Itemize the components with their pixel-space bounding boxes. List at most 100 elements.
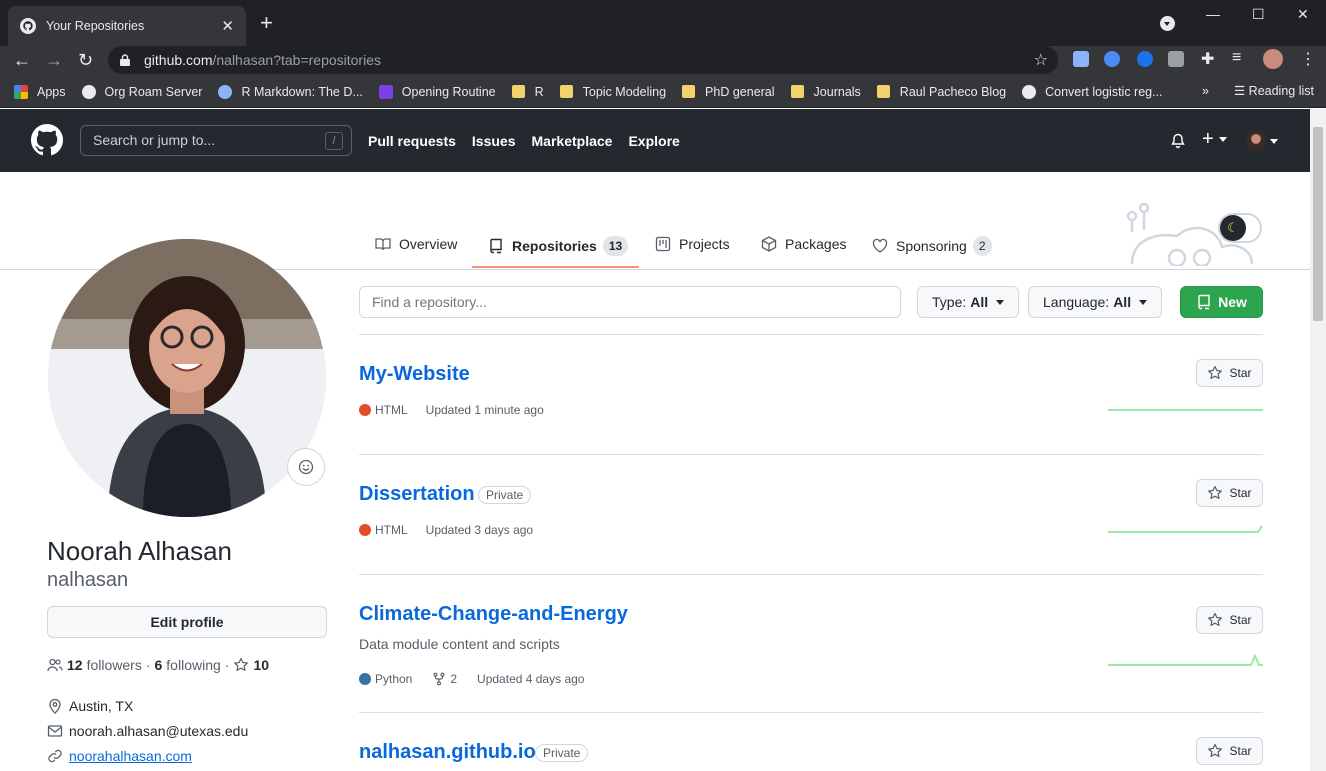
address-bar[interactable]: github.com/nalhasan?tab=repositories ☆ [108,46,1058,74]
chevron-down-icon [996,299,1005,305]
more-bookmarks-icon[interactable]: » [1202,84,1209,98]
type-filter-dropdown[interactable]: Type: All [917,286,1020,318]
scrollbar-thumb[interactable] [1313,127,1323,321]
website-link[interactable]: noorahalhasan.com [69,748,192,764]
bookmark-folder[interactable]: PhD general [682,85,775,99]
profile-avatar[interactable] [48,239,326,517]
bookmark-item[interactable]: R Markdown: The D... [218,84,363,99]
bookmark-label: Opening Routine [401,84,496,99]
star-button[interactable]: Star [1196,479,1263,507]
forward-icon[interactable]: → [45,50,63,71]
set-status-button[interactable] [287,448,325,486]
repositories-counter: 13 [602,236,629,256]
star-button[interactable]: Star [1196,359,1263,387]
language-filter-value: All [1113,294,1132,310]
email-text[interactable]: noorah.alhasan@utexas.edu [69,723,248,739]
bookmark-folder[interactable]: R [511,85,544,99]
tab-close-icon[interactable]: ✕ [221,17,234,35]
list-divider [359,712,1263,713]
bookmark-label: Raul Pacheco Blog [899,84,1007,99]
tab-repositories[interactable]: Repositories 13 [488,236,629,256]
new-tab-icon[interactable]: + [260,12,273,34]
find-repository-input[interactable]: Find a repository... [359,286,901,318]
header-nav: Pull requests Issues Marketplace Explore [368,133,680,149]
star-button[interactable]: Star [1196,737,1263,765]
reading-list-icon[interactable]: ☰ [1234,84,1245,98]
location-pin-icon [49,698,61,714]
following-label[interactable]: following [166,657,220,673]
tab-projects[interactable]: Projects [655,236,730,252]
minimize-icon[interactable]: — [1206,6,1220,22]
nav-marketplace[interactable]: Marketplace [532,133,613,149]
fork-count[interactable]: 2 [450,672,457,686]
bookmark-label: Journals [813,84,861,99]
create-new-dropdown[interactable]: + [1202,128,1228,151]
tab-packages[interactable]: Packages [761,236,846,252]
edit-profile-button[interactable]: Edit profile [47,606,327,638]
bookmark-folder[interactable]: Journals [790,84,861,99]
notifications-bell-icon[interactable] [1170,133,1186,149]
bookmark-folder[interactable]: Raul Pacheco Blog [876,84,1007,99]
tab-search-icon[interactable] [1160,16,1175,31]
bookmark-item[interactable]: Opening Routine [378,84,496,99]
reload-icon[interactable]: ↻ [78,50,93,71]
repo-language: HTML [375,403,408,417]
active-tab-indicator [472,266,639,268]
browser-menu-icon[interactable]: ⋮ [1300,49,1316,69]
new-repository-button[interactable]: New [1180,286,1263,318]
followers-label[interactable]: followers [87,657,142,673]
window-close-icon[interactable]: ✕ [1297,6,1309,23]
nav-issues[interactable]: Issues [472,133,516,149]
star-icon [234,657,249,671]
star-button[interactable]: Star [1196,606,1263,634]
profile-photo [48,239,326,517]
docs-extension-icon[interactable] [1073,51,1089,67]
github-logo-icon[interactable] [31,124,63,156]
activity-sparkline [1108,653,1263,666]
followers-count[interactable]: 12 [67,657,83,673]
profile-avatar-icon[interactable] [1263,49,1283,69]
type-filter-label: Type: [932,294,967,310]
search-input[interactable]: Search or jump to... / [80,125,352,156]
bookmark-star-icon[interactable]: ☆ [1034,50,1048,70]
bookmarks-right: » ☰ Reading list [1202,83,1314,98]
bookmark-apps[interactable]: Apps [14,84,66,99]
extensions-puzzle-icon[interactable]: ✚ [1201,49,1214,69]
bookmark-item[interactable]: Convert logistic reg... [1022,84,1163,99]
user-avatar-menu[interactable] [1246,131,1266,151]
tab-sponsoring[interactable]: Sponsoring 2 [872,236,992,256]
nav-pull-requests[interactable]: Pull requests [368,133,456,149]
github-header: Search or jump to... / Pull requests Iss… [0,109,1310,172]
following-count[interactable]: 6 [155,657,163,673]
language-filter-dropdown[interactable]: Language: All [1028,286,1163,318]
page-scrollbar[interactable] [1310,109,1326,771]
stars-count[interactable]: 10 [253,657,269,673]
repo-language: Python [375,672,413,686]
media-controls-icon[interactable]: ≡ [1232,49,1241,67]
url-path: /nalhasan?tab=repositories [212,52,381,68]
extension-icon[interactable] [1137,51,1153,67]
maximize-icon[interactable]: ☐ [1252,6,1265,23]
nav-explore[interactable]: Explore [628,133,679,149]
extension-icon[interactable] [1168,51,1184,67]
language-color-dot [359,524,371,536]
repo-updated: Updated 1 minute ago [425,403,544,417]
repo-link[interactable]: My-Website [359,363,470,386]
profile-website: noorahalhasan.com [47,748,192,764]
bookmark-item[interactable]: Org Roam Server [81,84,202,99]
repo-link[interactable]: Dissertation [359,483,475,506]
back-icon[interactable]: ← [13,50,31,71]
browser-tab[interactable]: Your Repositories ✕ [8,6,246,46]
repo-link[interactable]: nalhasan.github.io [359,741,536,764]
bookmark-folder[interactable]: Topic Modeling [559,85,666,99]
mail-icon [47,725,63,737]
extension-icon[interactable] [1104,51,1120,67]
reading-list-label[interactable]: Reading list [1249,84,1314,98]
repo-link[interactable]: Climate-Change-and-Energy [359,603,628,626]
star-icon [1208,485,1223,499]
chevron-down-icon[interactable] [1270,139,1278,144]
repo-meta: HTML Updated 3 days ago [359,523,533,537]
tab-overview[interactable]: Overview [375,236,457,252]
tab-title: Your Repositories [46,19,145,33]
profile-email: noorah.alhasan@utexas.edu [47,723,248,739]
